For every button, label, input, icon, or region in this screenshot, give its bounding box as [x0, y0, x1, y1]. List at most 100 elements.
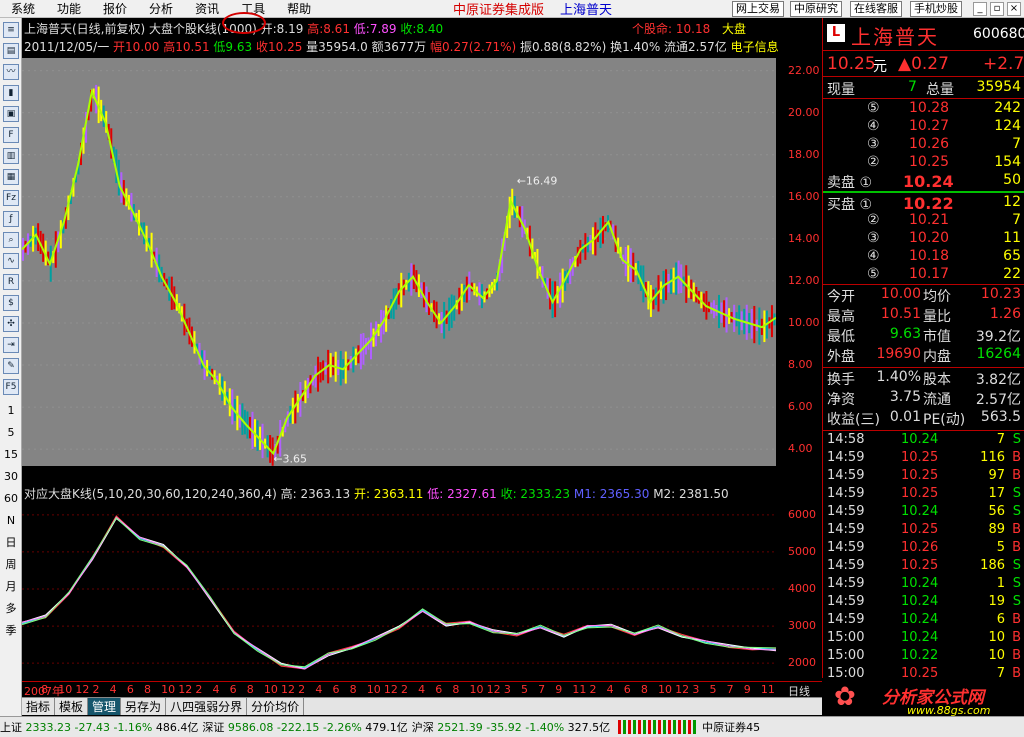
price-tick-label: 6.00: [788, 400, 813, 414]
menu-info[interactable]: 资讯: [184, 0, 230, 17]
tick-direction: B: [1012, 468, 1021, 483]
date-tick-label: 3: [692, 683, 700, 696]
ask-row: ⑤ 10.28 242: [823, 100, 1024, 118]
tab-indicator[interactable]: 指标: [22, 698, 56, 715]
period-day[interactable]: 日: [0, 532, 22, 554]
status-hs[interactable]: 沪深 2521.39 -35.92 -1.40% 327.5亿: [412, 719, 610, 735]
status-sh[interactable]: 上证 2333.23 -27.43 -1.16% 486.4亿: [0, 719, 198, 735]
period-30min[interactable]: 30: [0, 466, 22, 488]
period-n[interactable]: N: [0, 510, 22, 532]
tick-direction: S: [1012, 504, 1021, 519]
f5-icon[interactable]: F5: [3, 379, 19, 395]
date-tick-label: 12: [281, 683, 296, 696]
price-tick-label: 4.00: [788, 442, 813, 456]
tab-manage[interactable]: 管理: [88, 698, 122, 715]
board-icon[interactable]: ▤: [3, 43, 19, 59]
calendar-icon[interactable]: ▦: [3, 169, 19, 185]
tick-direction: B: [1012, 540, 1021, 555]
main-kline-chart[interactable]: ←16.49 ←3.65: [22, 58, 776, 466]
period-15min[interactable]: 15: [0, 444, 22, 466]
period-multi[interactable]: 多: [0, 598, 22, 620]
sub-close: 收: 2333.23: [500, 487, 571, 501]
period-60min[interactable]: 60: [0, 488, 22, 510]
bid-price: 10.20: [909, 230, 950, 246]
date-tick-label: 2: [92, 683, 100, 696]
tick-time: 14:59: [827, 558, 865, 573]
mobile-trade-button[interactable]: 手机炒股: [910, 1, 962, 17]
bid-level-label: ④: [867, 248, 880, 264]
ask-level-label: ②: [867, 154, 880, 170]
hs-pct: -1.40%: [525, 721, 565, 734]
formula-icon[interactable]: ƒ: [3, 211, 19, 227]
status-bar: 上证 2333.23 -27.43 -1.16% 486.4亿 深证 9586.…: [0, 716, 1024, 737]
f10-icon[interactable]: F: [3, 127, 19, 143]
bid-level-label: ②: [867, 212, 880, 228]
price-tick-label: 8.00: [788, 358, 813, 372]
period-week[interactable]: 周: [0, 554, 22, 576]
support-button[interactable]: 在线客服: [850, 1, 902, 17]
menu-system[interactable]: 系统: [0, 0, 46, 17]
low-value: 7.89: [369, 22, 397, 36]
tab-price-avg[interactable]: 分价均价: [247, 698, 305, 715]
open-value: 8.19: [276, 22, 304, 36]
menu-quote[interactable]: 报价: [92, 0, 138, 17]
bid-volume: 22: [1003, 266, 1021, 282]
stat-value: 10.51: [880, 306, 921, 322]
tick-volume: 186: [980, 558, 1005, 573]
kline-icon[interactable]: ▮: [3, 85, 19, 101]
tick-row: 14:59 10.26 5 B: [823, 540, 1024, 558]
main-price-axis: 22.00 20.00 18.00 16.00 14.00 12.00 10.00 8.00 6…: [776, 58, 822, 466]
day-low: 低9.63: [213, 40, 253, 54]
close-icon[interactable]: ×: [1007, 2, 1021, 16]
online-trade-button[interactable]: 网上交易: [732, 1, 784, 17]
tick-time: 15:00: [827, 648, 865, 663]
sector-label: 电子信息: [730, 40, 779, 54]
period-1min[interactable]: 1: [0, 400, 22, 422]
index-kline-chart[interactable]: [22, 500, 776, 678]
sz-amount: 479.1亿: [365, 721, 408, 734]
wave-icon[interactable]: ∿: [3, 253, 19, 269]
research-button[interactable]: 中原研究: [790, 1, 842, 17]
stat-label: 内盘: [923, 349, 951, 365]
bid-row: ③ 10.20 11: [823, 230, 1024, 248]
tick-volume: 6: [996, 612, 1005, 627]
day-turnover: 换1.40%: [610, 40, 661, 54]
fiz-icon[interactable]: Fz: [3, 190, 19, 206]
exit-icon[interactable]: ⇥: [3, 337, 19, 353]
date-tick-label: 12: [486, 683, 501, 696]
quote-list-icon[interactable]: ≡: [3, 22, 19, 38]
pencil-icon[interactable]: ✎: [3, 358, 19, 374]
index-tick-label: 6000: [788, 507, 816, 521]
price-tick-label: 14.00: [788, 231, 820, 245]
minimize-icon[interactable]: _: [973, 2, 987, 16]
menu-function[interactable]: 功能: [46, 0, 92, 17]
page-icon[interactable]: ▥: [3, 148, 19, 164]
move-icon[interactable]: ✣: [3, 316, 19, 332]
minute-chart-icon[interactable]: 〰: [3, 64, 19, 80]
period-season[interactable]: 季: [0, 620, 22, 642]
tick-direction: S: [1012, 432, 1021, 447]
status-sz[interactable]: 深证 9586.08 -222.15 -2.26% 479.1亿: [202, 719, 407, 735]
period-month[interactable]: 月: [0, 576, 22, 598]
tab-template[interactable]: 模板: [55, 698, 89, 715]
tick-volume: 1: [996, 576, 1005, 591]
tab-save-as[interactable]: 另存为: [121, 698, 167, 715]
bid-level-label: ③: [867, 230, 880, 246]
tick-volume: 17: [988, 486, 1005, 501]
period-5min[interactable]: 5: [0, 422, 22, 444]
tab-strength[interactable]: 八四强弱分界: [166, 698, 248, 715]
stat-label: 均价: [923, 289, 951, 305]
menu-help[interactable]: 帮助: [276, 0, 322, 17]
day-amount: 额3677万: [371, 40, 427, 54]
tick-price: 10.25: [901, 468, 939, 483]
tick-direction: B: [1012, 630, 1021, 645]
money-icon[interactable]: $: [3, 295, 19, 311]
rsi-icon[interactable]: R: [3, 274, 19, 290]
tick-price: 10.26: [901, 540, 939, 555]
date-tick-label: 12: [75, 683, 90, 696]
window-icon[interactable]: ▣: [3, 106, 19, 122]
menu-analysis[interactable]: 分析: [138, 0, 184, 17]
restore-icon[interactable]: ▫: [990, 2, 1004, 16]
stat-value: 0.01: [889, 409, 921, 425]
search-icon[interactable]: ⌕: [3, 232, 19, 248]
